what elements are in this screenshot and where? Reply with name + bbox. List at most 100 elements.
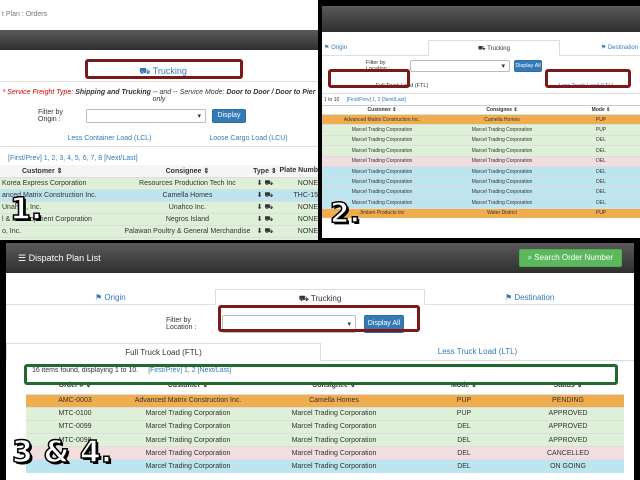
table-row[interactable]: Marcel Trading Corporation Marcel Trading… xyxy=(322,197,640,209)
table-row[interactable]: MTC-0100 Marcel Trading Corporation Marcel… xyxy=(26,407,624,421)
panel-3: ☰ Dispatch Plan List ⌕ Search Order Numb… xyxy=(6,243,634,480)
search-order-button[interactable]: ⌕ Search Order Number xyxy=(518,249,622,267)
table-row[interactable]: Jimben Products Inc Water District PUP xyxy=(322,208,640,219)
tab-origin[interactable]: ⚑ Origin xyxy=(6,289,215,304)
table-row[interactable]: MTC-0099 Marcel Trading Corporation Marcel… xyxy=(26,420,624,434)
chevron-down-icon: ▾ xyxy=(501,63,505,70)
col-customer[interactable]: Customer ⇕ xyxy=(0,165,124,177)
col-mode[interactable]: Mode ⇕ xyxy=(562,106,640,115)
cell-consignee: Resources Production Tech Inc xyxy=(139,179,236,187)
table-row[interactable]: Marcel Trading Corporation Marcel Trading… xyxy=(322,124,640,136)
table-row[interactable]: Marcel Trading Corporation Marcel Trading… xyxy=(322,176,640,188)
cell-type: ⬇ ⛟ xyxy=(256,191,274,199)
cell-plate: NONE xyxy=(297,227,318,235)
cell-mode: DEL xyxy=(457,436,471,444)
service-suffix: only xyxy=(152,96,166,103)
service-mid: -- and -- Service Mode: xyxy=(150,89,227,96)
col-consignee[interactable]: Consignee ⇕ xyxy=(124,165,250,177)
table-row[interactable]: anced Matrix Construction Inc. Camella Ho… xyxy=(0,189,318,201)
cell-consignee: Marcel Trading Corporation xyxy=(291,449,377,457)
origin-select[interactable]: ▾ xyxy=(86,109,206,123)
service-tabs: ⚑ Origin ⛟ Trucking ⚑ Destination xyxy=(322,40,640,56)
table-row[interactable]: Marcel Trading Corporation Marcel Trading… xyxy=(322,135,640,146)
highlight-filter xyxy=(218,305,420,332)
cell-consignee: Marcel Trading Corporation xyxy=(471,199,533,206)
tab-origin-label: Origin xyxy=(331,45,348,51)
pagination[interactable]: [First/Prev] 1, 2, 3, 4, 5, 6, 7, 8 [Nex… xyxy=(0,147,318,165)
cell-customer: Marcel Trading Corporation xyxy=(145,423,231,431)
table-row[interactable]: Marcel Trading Corporation Marcel Trading… xyxy=(322,166,640,177)
service-prefix: * Service Freight Type: xyxy=(2,89,76,96)
table-row[interactable]: Marcel Trading Corporation Marcel Trading… xyxy=(26,459,624,474)
filter-label: Filter by Location : xyxy=(166,317,197,331)
cell-plate: NONE xyxy=(297,179,318,187)
col-type[interactable]: Type ⇕ xyxy=(250,165,279,177)
breadcrumb: t Plan : Orders xyxy=(2,11,48,18)
tab-trucking[interactable]: ⛟ Trucking xyxy=(214,289,426,305)
orders-table: Order # ⇕ Customer ⇕ Consignee ⇕ Mode ⇕ … xyxy=(26,376,624,474)
cell-status: PENDING xyxy=(552,397,584,405)
col-consignee[interactable]: Consignee ⇕ xyxy=(442,106,562,115)
cell-mode: DEL xyxy=(457,449,471,457)
cell-order: AMC-0003 xyxy=(58,397,92,405)
table-row[interactable]: Unahco, Inc. Unahco Inc. ⬇ ⛟ NONE xyxy=(0,201,318,213)
search-icon: ⌕ xyxy=(527,253,533,262)
table-row[interactable]: Marcel Trading Corporation Marcel Trading… xyxy=(322,187,640,198)
col-plate[interactable]: Plate Numb xyxy=(279,165,318,177)
table-row[interactable]: Express CorporationISGI Farms⬇ ⛟NONE xyxy=(0,237,318,240)
cell-type: ⬇ ⛟ xyxy=(256,203,274,211)
table-row[interactable]: Advanced Matrix Construction Inc. Camella… xyxy=(322,114,640,125)
table-row[interactable]: Marcel Trading Corporation Marcel Trading… xyxy=(322,156,640,167)
pagination-row: 1 to 10 [First/Prev] 1, 2 [Next/Last] xyxy=(322,94,640,105)
cell-mode: DEL xyxy=(596,179,606,186)
display-all-button[interactable]: Display All xyxy=(514,60,542,72)
tab-trucking-label: Trucking xyxy=(487,46,510,52)
cell-customer: Marcel Trading Corporation xyxy=(351,137,413,144)
display-all-button[interactable]: Display All xyxy=(212,109,246,131)
cell-consignee: Negros Island xyxy=(165,215,210,223)
cell-type: ⬇ ⛟ xyxy=(256,227,274,235)
cell-order: MTC-0099 xyxy=(58,423,92,431)
tab-destination[interactable]: ⚑ Destination xyxy=(425,289,634,304)
table-row[interactable]: AMC-0003 Advanced Matrix Construction Inc… xyxy=(26,394,624,408)
header-bar xyxy=(322,6,640,32)
service-note: * Service Freight Type: Shipping and Tru… xyxy=(0,82,318,107)
service-tabs: ⚑ Origin ⛟ Trucking ⚑ Destination xyxy=(6,289,634,305)
cell-type: ⬇ ⛟ xyxy=(256,179,274,187)
cell-consignee: Water District xyxy=(487,210,517,217)
cell-type: ⬇ ⛟ xyxy=(256,215,274,223)
cell-consignee: Marcel Trading Corporation xyxy=(291,463,377,471)
cell-customer: Marcel Trading Corporation xyxy=(145,410,231,418)
highlight-ftl-tab xyxy=(328,69,410,88)
load-tabs: Full Truck Load (FTL) Less Truck Load (L… xyxy=(6,343,634,361)
page-title: ☰ Dispatch Plan List xyxy=(18,253,101,264)
tab-ltl[interactable]: Less Truck Load (LTL) xyxy=(321,343,634,360)
cell-customer: Marcel Trading Corporation xyxy=(351,127,413,134)
table-row[interactable]: Marcel Trading Corporation Marcel Trading… xyxy=(322,145,640,157)
service-type: Shipping and Trucking xyxy=(75,89,151,96)
tab-destination[interactable]: ⚑ Destination xyxy=(560,40,640,55)
cell-mode: DEL xyxy=(596,199,606,206)
location-select[interactable]: ▾ xyxy=(410,60,510,72)
cell-customer: Marcel Trading Corporation xyxy=(145,436,231,444)
cell-plate: NONE xyxy=(279,237,318,241)
col-customer[interactable]: Customer ⇕ xyxy=(322,106,442,115)
table-row[interactable]: Korea Express Corporation Resources Produ… xyxy=(0,177,318,189)
cell-mode: DEL xyxy=(457,463,471,471)
table-row[interactable]: o, Inc. Palawan Poultry & General Merchan… xyxy=(0,225,318,237)
tab-ftl[interactable]: Full Truck Load (FTL) xyxy=(6,343,321,361)
table-row[interactable]: Marcel Trading Corporation Marcel Trading… xyxy=(26,446,624,460)
cell-customer: Korea Express Corporation xyxy=(2,179,87,187)
tab-lcl[interactable]: Less Container Load (LCL) xyxy=(40,131,179,146)
tab-destination-label: Destination xyxy=(514,293,555,302)
table-row[interactable]: l & Development Corporation Negros Island… xyxy=(0,213,318,225)
tab-lcu[interactable]: Loose Cargo Load (LCU) xyxy=(179,131,318,146)
tab-origin-label: Origin xyxy=(104,293,126,302)
cell-consignee: Marcel Trading Corporation xyxy=(471,158,533,165)
tab-trucking[interactable]: ⛟ Trucking xyxy=(428,40,560,56)
cell-status: ON GOING xyxy=(550,463,586,471)
map-marker-icon: ⚑ xyxy=(504,293,513,302)
tab-origin[interactable]: ⚑ Origin xyxy=(322,40,428,55)
pagination[interactable]: [First/Prev] 1, 2 [Next/Last] xyxy=(347,97,406,103)
table-row[interactable]: MTC-0098 Marcel Trading Corporation Marcel… xyxy=(26,433,624,447)
